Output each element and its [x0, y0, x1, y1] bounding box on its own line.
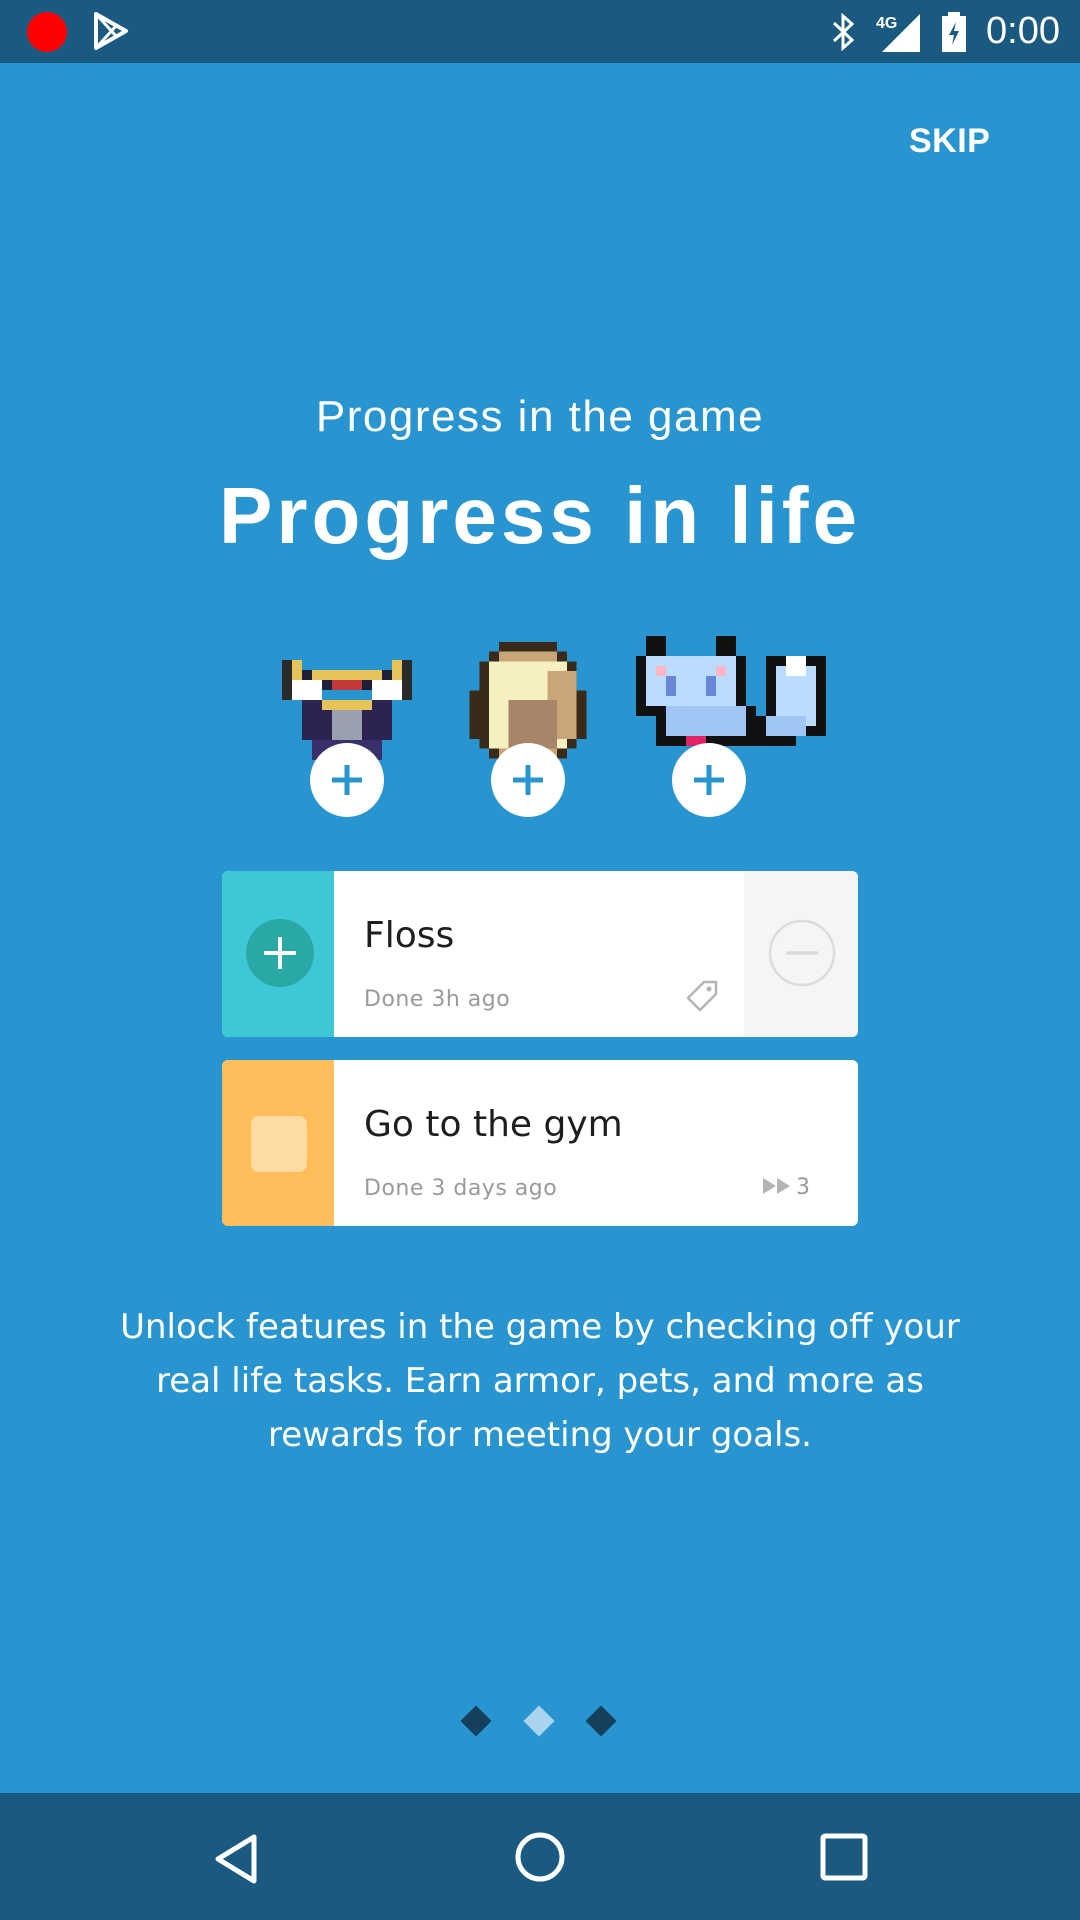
task-checkbox-area[interactable] — [222, 1060, 334, 1226]
signal-icon: 4G — [876, 14, 920, 52]
plus-icon — [332, 765, 362, 795]
hero-subtitle: Progress in the game — [315, 392, 765, 441]
onboarding-description: Unlock features in the game by checking … — [120, 1307, 960, 1455]
bluetooth-icon — [832, 12, 855, 52]
back-icon[interactable] — [212, 1833, 260, 1885]
task-minus-area[interactable] — [744, 871, 858, 1037]
status-bar: 4G 0:00 — [0, 0, 1080, 63]
page-indicator-2 — [523, 1705, 555, 1737]
record-icon — [27, 12, 67, 52]
battery-charging-icon — [942, 12, 966, 52]
status-clock: 0:00 — [986, 10, 1060, 52]
add-armor-button[interactable] — [310, 743, 384, 817]
navigation-bar — [0, 1793, 1080, 1920]
add-egg-button[interactable] — [491, 743, 565, 817]
skip-button[interactable]: SKIP — [909, 122, 990, 161]
task-title: Floss — [364, 915, 455, 956]
add-pet-button[interactable] — [672, 743, 746, 817]
page-indicator-1 — [460, 1705, 492, 1737]
plus-icon — [513, 765, 543, 795]
task-card-gym[interactable]: Go to the gym Done 3 days ago 3 — [222, 1060, 858, 1226]
habit-plus-button[interactable] — [246, 919, 314, 987]
habit-minus-button[interactable] — [768, 919, 836, 987]
task-note: Done 3h ago — [364, 987, 511, 1012]
home-icon[interactable] — [514, 1831, 566, 1883]
fast-forward-icon — [763, 1178, 790, 1194]
plus-icon — [694, 765, 724, 795]
recents-icon[interactable] — [820, 1833, 868, 1881]
task-plus-area[interactable] — [222, 871, 334, 1037]
hero-title: Progress in life — [219, 471, 861, 560]
play-store-icon — [94, 12, 128, 50]
page-indicator-3 — [585, 1705, 617, 1737]
task-title: Go to the gym — [364, 1104, 623, 1145]
task-checkbox[interactable] — [251, 1116, 307, 1172]
network-label: 4G — [876, 15, 897, 32]
task-note: Done 3 days ago — [364, 1176, 558, 1201]
task-card-floss[interactable]: Floss Done 3h ago — [222, 871, 858, 1037]
streak-count: 3 — [796, 1175, 810, 1200]
tag-icon — [686, 980, 718, 1012]
